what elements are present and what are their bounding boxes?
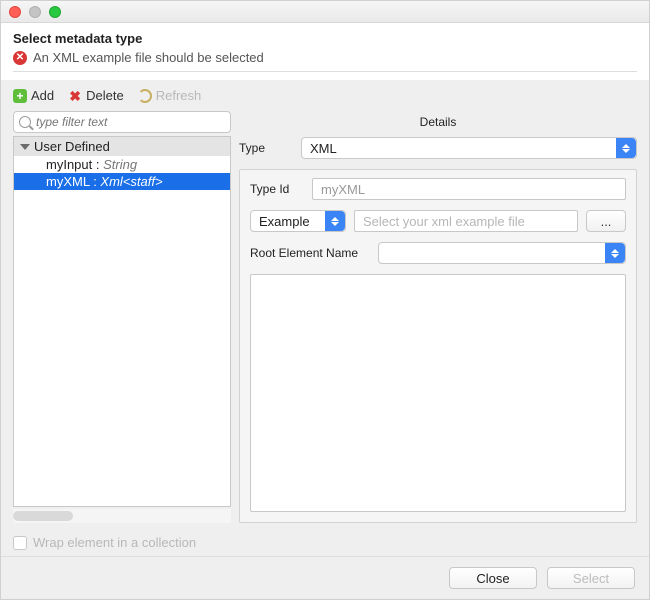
tree-item-type: Xml<staff> (100, 174, 162, 189)
root-select[interactable] (378, 242, 626, 264)
right-column: Details Type XML Type Id myXML Exa (239, 111, 637, 523)
titlebar (1, 1, 649, 23)
preview-area (250, 274, 626, 512)
type-select-value: XML (310, 141, 337, 156)
tree-item[interactable]: myInput : String (14, 156, 230, 173)
close-label: Close (476, 571, 509, 586)
close-button[interactable]: Close (449, 567, 537, 589)
horizontal-scrollbar[interactable] (13, 509, 231, 523)
cross-icon: ✖ (68, 89, 82, 103)
window-close-icon[interactable] (9, 6, 21, 18)
toolbar: + Add ✖ Delete Refresh (1, 80, 649, 107)
tree-item-name: myXML (46, 174, 90, 189)
browse-button[interactable]: ... (586, 210, 626, 232)
details-group: Type Id myXML Example Select your xml ex… (239, 169, 637, 523)
search-input[interactable] (13, 111, 231, 133)
example-file-field[interactable]: Select your xml example file (354, 210, 578, 232)
refresh-button[interactable]: Refresh (138, 88, 202, 103)
details-title: Details (239, 115, 637, 129)
select-button: Select (547, 567, 635, 589)
search-icon (19, 116, 31, 128)
typeid-row: Type Id myXML (250, 178, 626, 200)
wrap-label: Wrap element in a collection (33, 535, 196, 550)
add-button[interactable]: + Add (13, 88, 54, 103)
window-zoom-icon[interactable] (49, 6, 61, 18)
dialog-error-message: An XML example file should be selected (33, 50, 264, 65)
search-wrap (13, 111, 231, 133)
source-row: Example Select your xml example file ... (250, 210, 626, 232)
source-select-value: Example (259, 214, 310, 229)
select-stepper-icon (616, 138, 636, 158)
type-label: Type (239, 141, 293, 155)
typeid-label: Type Id (250, 182, 304, 196)
tree-group-header[interactable]: User Defined (14, 137, 230, 156)
type-tree[interactable]: User Defined myInput : String myXML : Xm… (13, 136, 231, 507)
root-row: Root Element Name (250, 242, 626, 264)
tree-item-type: String (103, 157, 137, 172)
error-icon: ✕ (13, 51, 27, 65)
source-select[interactable]: Example (250, 210, 346, 232)
tree-group-label: User Defined (34, 139, 110, 154)
type-select[interactable]: XML (301, 137, 637, 159)
browse-label: ... (601, 214, 612, 229)
typeid-value: myXML (321, 182, 365, 197)
header-divider (13, 71, 637, 72)
tree-item-name: myInput (46, 157, 92, 172)
refresh-icon (138, 89, 152, 103)
window-minimize-icon (29, 6, 41, 18)
example-file-placeholder: Select your xml example file (363, 214, 525, 229)
left-column: User Defined myInput : String myXML : Xm… (13, 111, 231, 523)
content-area: User Defined myInput : String myXML : Xm… (1, 107, 649, 529)
select-stepper-icon (605, 243, 625, 263)
refresh-label: Refresh (156, 88, 202, 103)
select-label: Select (573, 571, 609, 586)
delete-button[interactable]: ✖ Delete (68, 88, 124, 103)
select-stepper-icon (325, 211, 345, 231)
dialog-error-row: ✕ An XML example file should be selected (13, 50, 637, 65)
tree-item[interactable]: myXML : Xml<staff> (14, 173, 230, 190)
dialog-header: Select metadata type ✕ An XML example fi… (1, 23, 649, 80)
typeid-field[interactable]: myXML (312, 178, 626, 200)
wrap-row: Wrap element in a collection (1, 529, 649, 556)
root-label: Root Element Name (250, 246, 370, 260)
add-label: Add (31, 88, 54, 103)
plus-icon: + (13, 89, 27, 103)
dialog-title: Select metadata type (13, 31, 637, 46)
dialog-footer: Close Select (1, 556, 649, 599)
delete-label: Delete (86, 88, 124, 103)
dialog-window: Select metadata type ✕ An XML example fi… (0, 0, 650, 600)
wrap-checkbox[interactable] (13, 536, 27, 550)
type-row: Type XML (239, 137, 637, 159)
chevron-down-icon (20, 144, 30, 150)
